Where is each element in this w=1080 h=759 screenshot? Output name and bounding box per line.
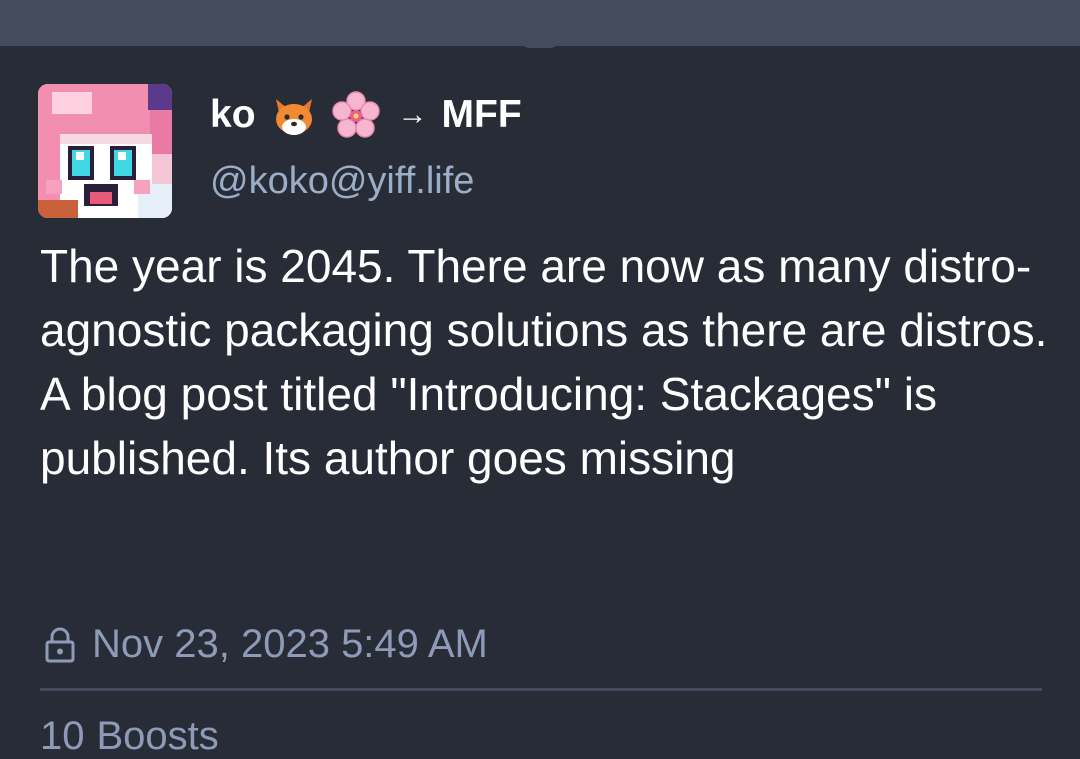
post-timestamp[interactable]: Nov 23, 2023 5:49 AM [92, 622, 488, 667]
moved-arrow-icon: → [397, 98, 428, 131]
display-name[interactable]: ko → MFF [210, 88, 522, 142]
lock-icon [40, 624, 80, 664]
boosts-link[interactable]: 10 Boosts [40, 713, 219, 758]
avatar-image [38, 84, 172, 218]
boosts-count: 10 [40, 713, 85, 758]
account-handle[interactable]: @koko@yiff.life [210, 160, 474, 203]
avatar[interactable] [38, 84, 172, 218]
cherry-blossom-icon [331, 91, 380, 139]
scroll-handle[interactable] [520, 38, 560, 48]
boosts-label: Boosts [96, 713, 219, 758]
display-name-text: ko [210, 93, 256, 136]
divider [40, 688, 1042, 691]
fox-emoji-icon [270, 91, 318, 139]
post-content: The year is 2045. There are now as many … [40, 240, 1048, 484]
moved-to-name[interactable]: MFF [442, 93, 522, 137]
post-meta: Nov 23, 2023 5:49 AM [40, 616, 488, 672]
